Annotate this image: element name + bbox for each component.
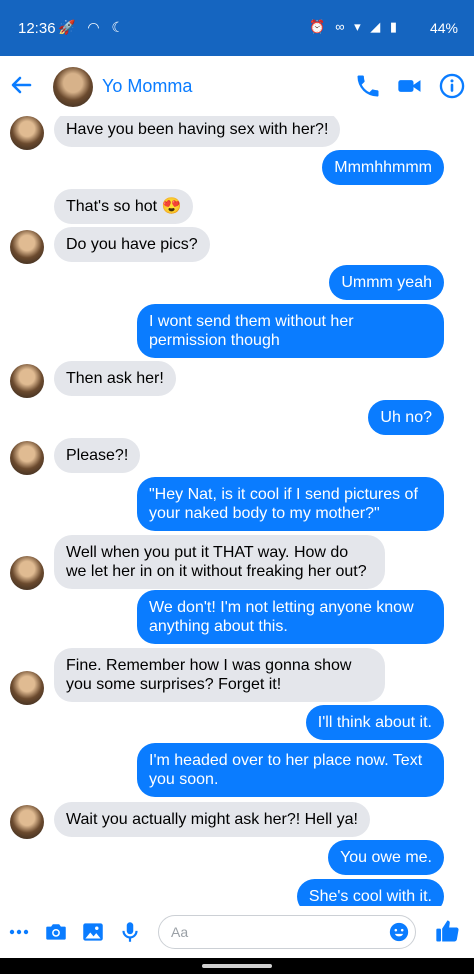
message-bubble-outgoing[interactable]: Ummm yeah bbox=[329, 265, 444, 300]
gallery-icon[interactable] bbox=[80, 919, 106, 945]
message-bubble-incoming[interactable]: Wait you actually might ask her?! Hell y… bbox=[54, 802, 370, 837]
camera-icon[interactable] bbox=[43, 919, 69, 945]
message-bubble-outgoing[interactable]: She's cool with it. bbox=[296, 879, 444, 906]
message-bubble-incoming[interactable]: Please?! bbox=[54, 438, 141, 473]
home-gesture-pill[interactable] bbox=[202, 964, 272, 968]
sender-avatar bbox=[10, 805, 44, 839]
notification-icons: 🚀 ◠ ☾ bbox=[58, 19, 128, 35]
sender-avatar bbox=[10, 556, 44, 590]
thumbs-up-icon[interactable] bbox=[434, 917, 462, 945]
contact-name[interactable]: Yo Momma bbox=[102, 76, 192, 97]
phone-call-icon[interactable] bbox=[354, 72, 382, 100]
sender-avatar bbox=[10, 441, 44, 475]
message-bubble-incoming[interactable]: That's so hot 😍 bbox=[54, 189, 194, 224]
sender-avatar bbox=[10, 364, 44, 398]
video-call-icon[interactable] bbox=[396, 72, 424, 100]
message-bubble-outgoing[interactable]: I'm headed over to her place now. Text y… bbox=[137, 743, 444, 797]
message-input-box[interactable] bbox=[158, 915, 416, 949]
message-input[interactable] bbox=[169, 923, 373, 941]
status-time: 12:36 bbox=[18, 20, 56, 37]
message-bubble-incoming[interactable]: Well when you put it THAT way. How do we… bbox=[54, 535, 385, 589]
system-navigation-bar bbox=[0, 958, 474, 974]
message-bubble-incoming[interactable]: Do you have pics? bbox=[54, 227, 210, 262]
message-bubble-incoming[interactable]: Then ask her! bbox=[54, 361, 176, 396]
status-bar: 12:36 🚀 ◠ ☾ ⏰ ∞ ▾ ◢ ▮ 44% bbox=[0, 0, 474, 56]
message-bubble-outgoing[interactable]: I'll think about it. bbox=[305, 705, 444, 740]
conversation-header: Yo Momma bbox=[0, 56, 474, 117]
message-bubble-incoming[interactable]: Fine. Remember how I was gonna show you … bbox=[54, 648, 385, 702]
message-composer bbox=[0, 906, 474, 958]
message-bubble-outgoing[interactable]: "Hey Nat, is it cool if I send pictures … bbox=[137, 477, 444, 531]
emoji-icon[interactable] bbox=[388, 921, 410, 943]
message-bubble-outgoing[interactable]: You owe me. bbox=[328, 840, 444, 875]
message-list[interactable]: Have you been having sex with her?! Mmmh… bbox=[0, 116, 474, 906]
back-arrow-icon[interactable] bbox=[6, 70, 36, 100]
sender-avatar bbox=[10, 116, 44, 150]
battery-percent: 44% bbox=[429, 20, 458, 36]
microphone-icon[interactable] bbox=[117, 919, 143, 945]
message-bubble-outgoing[interactable]: Uh no? bbox=[368, 400, 444, 435]
sender-avatar bbox=[10, 671, 44, 705]
message-bubble-outgoing[interactable]: I wont send them without her permission … bbox=[137, 304, 444, 358]
contact-avatar[interactable] bbox=[53, 67, 93, 107]
message-bubble-outgoing[interactable]: Mmmhhmmm bbox=[322, 150, 444, 185]
system-icons: ⏰ ∞ ▾ ◢ ▮ bbox=[309, 19, 400, 34]
more-options-icon[interactable] bbox=[6, 919, 32, 945]
info-icon[interactable] bbox=[438, 72, 466, 100]
message-bubble-incoming[interactable]: Have you been having sex with her?! bbox=[54, 116, 341, 147]
message-bubble-outgoing[interactable]: We don't! I'm not letting anyone know an… bbox=[137, 590, 444, 644]
sender-avatar bbox=[10, 230, 44, 264]
